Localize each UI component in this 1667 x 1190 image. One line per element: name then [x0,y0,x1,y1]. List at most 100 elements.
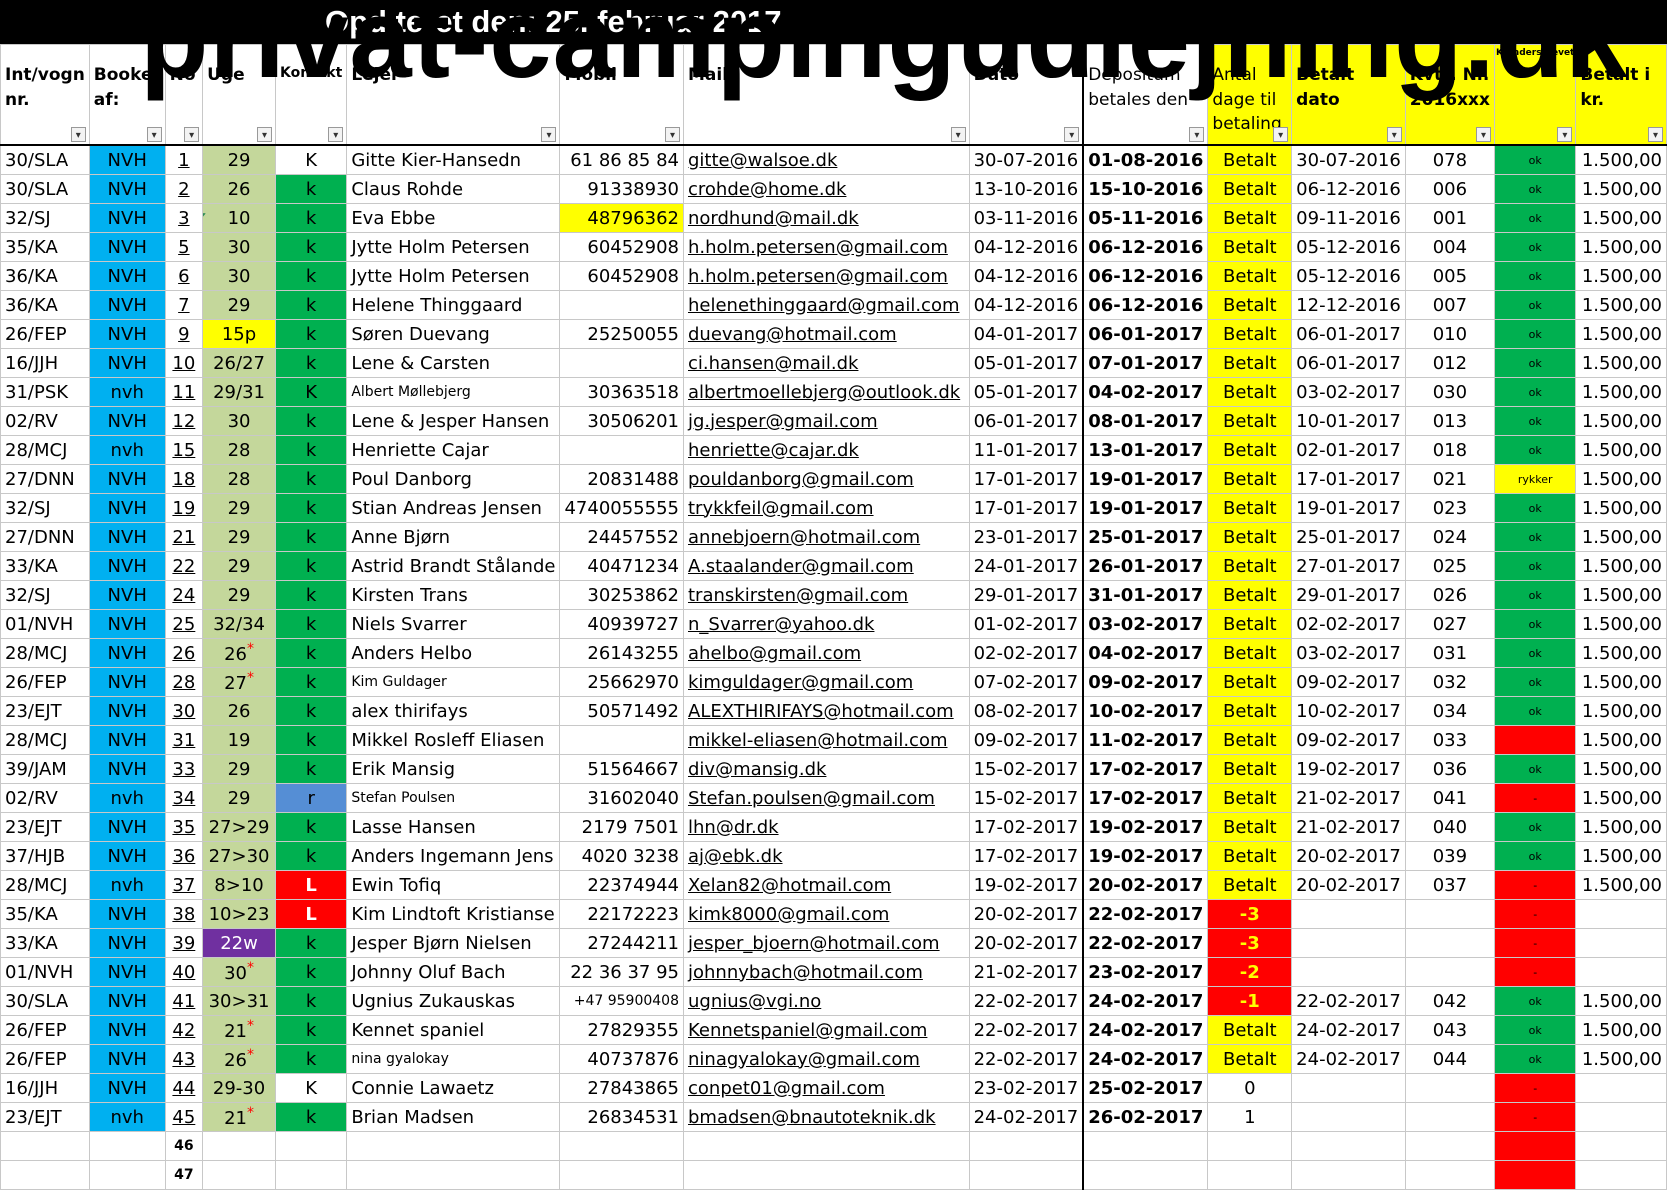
cell-betalt-kr[interactable]: 1.500,00 [1575,783,1667,813]
cell-uge[interactable]: 27>30 [202,841,276,871]
cell-no[interactable]: 43 [164,1044,204,1074]
cell-mobil[interactable]: 91338930 [559,174,684,204]
cell-betalt-kr[interactable]: 1.500,00 [1575,841,1667,871]
cell-k-underskrevet[interactable]: ok [1493,551,1577,581]
cell-kontakt[interactable]: k [274,667,348,697]
cell-betalt-dato[interactable] [1291,1160,1406,1190]
cell-no[interactable]: 5 [164,232,204,262]
cell-dato[interactable]: 24-01-2017 [968,551,1084,581]
cell-int-vogn[interactable]: 28/MCJ [0,435,90,465]
cell-kontakt[interactable]: k [274,841,348,871]
cell-booket[interactable]: NVH [88,928,166,958]
cell-kvtt-nr[interactable]: 010 [1404,319,1496,349]
cell-booket[interactable]: NVH [88,957,166,987]
cell-lejer[interactable]: Kirsten Trans [346,580,561,610]
cell-betalt-dato[interactable]: 06-01-2017 [1291,319,1406,349]
cell-lejer[interactable]: Stian Andreas Jensen [346,493,561,523]
cell-betalt-dato[interactable]: 05-12-2016 [1291,232,1406,262]
cell-lejer[interactable]: Stefan Poulsen [346,783,561,813]
cell-antal-dage[interactable]: Betalt [1207,580,1293,610]
cell-mail[interactable]: mikkel-eliasen@hotmail.com [683,725,970,755]
cell-uge[interactable]: 29 [202,290,276,320]
filter-dropdown-icon[interactable]: ▾ [1064,127,1080,142]
cell-mobil[interactable]: 26834531 [559,1102,684,1132]
cell-kontakt[interactable] [274,1160,348,1190]
cell-antal-dage[interactable]: 0 [1207,1073,1293,1103]
cell-kvtt-nr[interactable] [1404,928,1496,958]
cell-depositum[interactable]: 06-12-2016 [1082,290,1209,320]
cell-lejer[interactable]: nina gyalokay [346,1044,561,1074]
cell-betalt-kr[interactable]: 1.500,00 [1575,870,1667,900]
cell-k-underskrevet[interactable]: ok [1493,261,1577,291]
cell-lejer[interactable]: Jytte Holm Petersen [346,232,561,262]
cell-kontakt[interactable]: k [274,609,348,639]
cell-int-vogn[interactable]: 35/KA [0,899,90,929]
cell-betalt-kr[interactable]: 1.500,00 [1575,232,1667,262]
cell-antal-dage[interactable]: Betalt [1207,174,1293,204]
cell-uge[interactable]: 26* [202,638,276,668]
cell-betalt-dato[interactable] [1291,957,1406,987]
cell-lejer[interactable]: Ewin Tofiq [346,870,561,900]
cell-k-underskrevet[interactable]: ok [1493,580,1577,610]
cell-lejer[interactable]: Brian Madsen [346,1102,561,1132]
cell-antal-dage[interactable]: Betalt [1207,812,1293,842]
cell-kvtt-nr[interactable]: 036 [1404,754,1496,784]
cell-int-vogn[interactable]: 32/SJ [0,493,90,523]
cell-kvtt-nr[interactable]: 042 [1404,986,1496,1016]
cell-kontakt[interactable]: k [274,812,348,842]
cell-mobil[interactable]: 60452908 [559,261,684,291]
cell-mobil[interactable]: 4740055555 [559,493,684,523]
cell-booket[interactable]: NVH [88,580,166,610]
cell-int-vogn[interactable]: 01/NVH [0,609,90,639]
col-header-kvtt-nr[interactable]: Kvtt. Nr. 2016xxx ▾ [1404,44,1496,146]
cell-depositum[interactable]: 15-10-2016 [1082,174,1209,204]
cell-mobil[interactable]: 20831488 [559,464,684,494]
cell-int-vogn[interactable]: 28/MCJ [0,638,90,668]
cell-dato[interactable]: 15-02-2017 [968,754,1084,784]
cell-int-vogn[interactable]: 16/JJH [0,348,90,378]
cell-kvtt-nr[interactable]: 023 [1404,493,1496,523]
cell-no[interactable]: 11 [164,377,204,407]
cell-depositum[interactable]: 19-02-2017 [1082,812,1209,842]
cell-kvtt-nr[interactable]: 013 [1404,406,1496,436]
cell-depositum[interactable]: 22-02-2017 [1082,928,1209,958]
cell-int-vogn[interactable]: 39/JAM [0,754,90,784]
cell-depositum[interactable]: 24-02-2017 [1082,1015,1209,1045]
cell-betalt-dato[interactable]: 02-01-2017 [1291,435,1406,465]
cell-depositum[interactable] [1082,1160,1209,1190]
cell-booket[interactable]: nvh [88,783,166,813]
cell-kvtt-nr[interactable] [1404,899,1496,929]
cell-depositum[interactable]: 26-02-2017 [1082,1102,1209,1132]
cell-dato[interactable]: 21-02-2017 [968,957,1084,987]
cell-mail[interactable]: nordhund@mail.dk [683,203,970,233]
cell-kontakt[interactable]: K [274,377,348,407]
cell-depositum[interactable]: 11-02-2017 [1082,725,1209,755]
filter-dropdown-icon[interactable]: ▾ [1273,127,1289,142]
cell-booket[interactable]: nvh [88,435,166,465]
cell-mobil[interactable]: 40939727 [559,609,684,639]
cell-mobil[interactable] [559,348,684,378]
col-header-mail[interactable]: Mail ▾ [683,44,970,146]
cell-kontakt[interactable]: k [274,406,348,436]
cell-uge[interactable]: 26 [202,696,276,726]
cell-no[interactable]: 2 [164,174,204,204]
cell-lejer[interactable] [346,1131,561,1161]
cell-depositum[interactable]: 26-01-2017 [1082,551,1209,581]
cell-betalt-dato[interactable] [1291,928,1406,958]
cell-uge[interactable]: 10>23 [202,899,276,929]
cell-mobil[interactable]: 27829355 [559,1015,684,1045]
cell-betalt-kr[interactable] [1575,928,1667,958]
cell-antal-dage[interactable]: Betalt [1207,144,1293,175]
cell-mail[interactable]: Stefan.poulsen@gmail.com [683,783,970,813]
cell-no[interactable]: 40 [164,957,204,987]
cell-int-vogn[interactable]: 27/DNN [0,464,90,494]
cell-kvtt-nr[interactable] [1404,957,1496,987]
cell-betalt-kr[interactable]: 1.500,00 [1575,377,1667,407]
cell-kvtt-nr[interactable]: 032 [1404,667,1496,697]
cell-dato[interactable]: 06-01-2017 [968,406,1084,436]
cell-uge[interactable]: 29 [202,754,276,784]
cell-int-vogn[interactable]: 02/RV [0,783,90,813]
cell-booket[interactable]: nvh [88,377,166,407]
cell-antal-dage[interactable]: Betalt [1207,667,1293,697]
cell-booket[interactable]: NVH [88,1044,166,1074]
